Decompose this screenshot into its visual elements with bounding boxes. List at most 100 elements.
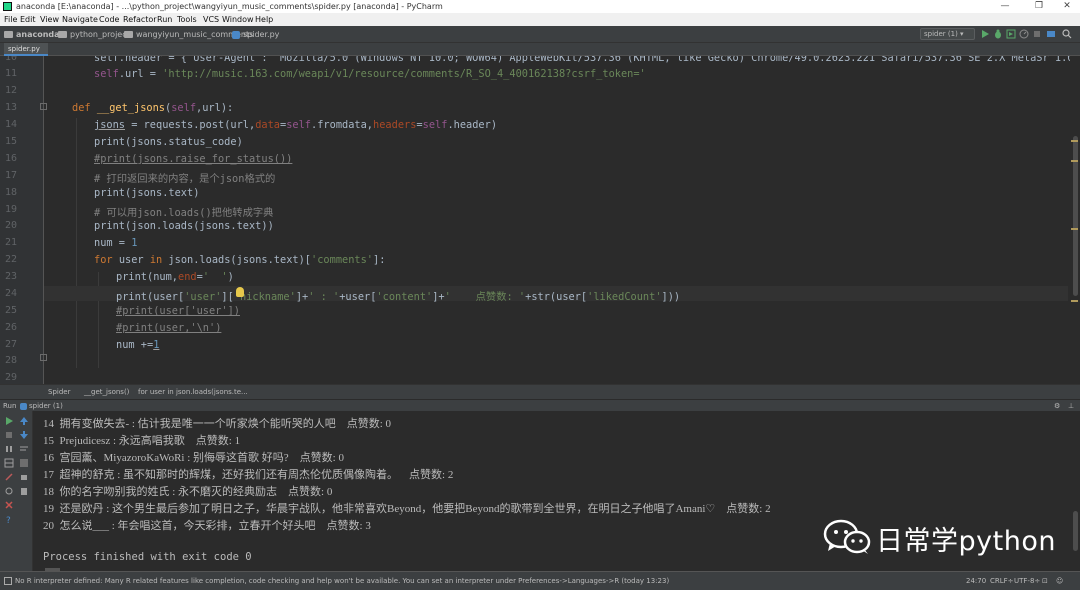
print-icon[interactable] (19, 472, 29, 482)
menu-run[interactable]: Run (157, 13, 172, 26)
code-line-20: print(json.loads(jsons.text)) (94, 220, 274, 232)
close-button[interactable]: ✕ (1052, 0, 1080, 13)
pin-icon[interactable] (4, 472, 14, 482)
code-line-16: #print(jsons.raise_for_status()) (94, 153, 293, 165)
stop-icon[interactable] (4, 430, 14, 440)
code-line-13: def __get_jsons(self,url): (72, 102, 234, 114)
line-number: 21 (4, 237, 17, 248)
breadcrumb-loop[interactable]: for user in json.loads(jsons.te... (138, 385, 248, 400)
fold-marker-icon[interactable] (40, 354, 47, 361)
code-editor[interactable]: 10 11 12 13 14 15 16 17 18 19 20 21 22 2… (0, 56, 1080, 384)
layout-icon[interactable] (4, 458, 14, 468)
console-line: 17 超神的舒克 : 虽不知那时的辉煤，还好我们还有周杰伦优质偶像陶着。 点赞数… (43, 469, 454, 481)
stop-icon[interactable] (1032, 29, 1042, 39)
line-number: 17 (4, 170, 17, 181)
close-icon[interactable] (4, 500, 14, 510)
status-message[interactable]: No R interpreter defined: Many R related… (4, 572, 669, 590)
code-line-19: # 可以用json.loads()把他转成字典 (94, 207, 274, 219)
code-line-22: for user in json.loads(jsons.text)['comm… (94, 254, 386, 266)
breadcrumb-project[interactable]: anaconda (4, 26, 60, 43)
line-number: 16 (4, 153, 17, 164)
folder-icon (4, 31, 13, 38)
breadcrumb-class[interactable]: Spider (48, 385, 70, 400)
trash-icon[interactable] (19, 486, 29, 496)
help-icon[interactable]: ? (4, 514, 14, 524)
arrow-down-icon[interactable] (19, 430, 29, 440)
warning-marker[interactable] (1071, 300, 1078, 302)
line-number: 13 (4, 102, 17, 113)
line-number: 26 (4, 322, 17, 333)
menu-tools[interactable]: Tools (177, 13, 197, 26)
window-title: anaconda [E:\anaconda] - ...\python_proj… (16, 2, 443, 11)
console-line: 20 怎么说___ : 年会唱这首，今天彩排，立春开个好头吧 点赞数: 3 (43, 520, 371, 532)
python-file-icon (20, 402, 27, 410)
run-configuration-label: spider (1) (924, 30, 958, 38)
menu-navigate[interactable]: Navigate (62, 13, 98, 26)
line-number: 24 (4, 288, 17, 299)
python-file-icon (232, 30, 240, 39)
title-bar: anaconda [E:\anaconda] - ...\python_proj… (0, 0, 1080, 13)
menu-window[interactable]: Window (222, 13, 254, 26)
fold-marker-icon[interactable] (40, 103, 47, 110)
lock-icon[interactable]: ⊡ (1042, 572, 1048, 590)
line-number: 19 (4, 204, 17, 215)
warning-marker[interactable] (1071, 228, 1078, 230)
settings-icon[interactable] (4, 486, 14, 496)
watermark: 日常学python (822, 515, 1055, 559)
warning-marker[interactable] (1071, 140, 1078, 142)
warning-marker[interactable] (1071, 160, 1078, 162)
line-number: 10 (4, 56, 17, 63)
caret-position[interactable]: 24:70 (966, 572, 986, 590)
menu-refactor[interactable]: Refactor (123, 13, 157, 26)
tab-label: spider.py (8, 45, 40, 53)
scrollbar-thumb[interactable] (1073, 511, 1078, 551)
code-line-23: print(num,end=' ') (116, 271, 234, 283)
indent-guide (76, 118, 77, 368)
tab-spider-py[interactable]: spider.py (4, 43, 48, 56)
code-line-15: print(jsons.status_code) (94, 136, 243, 148)
menu-vcs[interactable]: VCS (203, 13, 219, 26)
console-line: 15 Prejudicesz : 永远高唱我歌 点赞数: 1 (43, 435, 241, 447)
navigation-bar: anaconda python_project wangyiyun_music_… (0, 26, 1080, 43)
breadcrumb-python-project[interactable]: python_project (58, 26, 130, 43)
arrow-up-icon[interactable] (19, 416, 29, 426)
breadcrumb-file[interactable]: spider.py (232, 26, 279, 43)
maximize-button[interactable]: ❐ (1024, 0, 1054, 13)
svg-text:?: ? (6, 516, 11, 524)
minimize-button[interactable]: — (990, 0, 1020, 13)
run-with-coverage-icon[interactable] (1006, 29, 1016, 39)
debug-icon[interactable] (993, 29, 1003, 39)
pause-icon[interactable] (4, 444, 14, 454)
status-bar: No R interpreter defined: Many R related… (0, 571, 1080, 590)
rerun-icon[interactable] (4, 416, 14, 426)
inspector-icon[interactable]: ☺ (1056, 572, 1063, 590)
scroll-to-end-icon[interactable] (19, 458, 29, 468)
editor-scrollbar[interactable] (1070, 56, 1080, 384)
file-encoding[interactable]: UTF-8÷ (1014, 572, 1040, 590)
breadcrumb-function[interactable]: __get_jsons() (84, 385, 129, 400)
menu-code[interactable]: Code (99, 13, 119, 26)
editor-tabs: spider.py (0, 43, 1080, 56)
vcs-update-icon[interactable] (1046, 29, 1056, 39)
menu-edit[interactable]: Edit (20, 13, 36, 26)
code-breadcrumb: Spider __get_jsons() for user in json.lo… (0, 384, 1080, 399)
soft-wrap-icon[interactable] (19, 444, 29, 454)
lightbulb-icon[interactable] (236, 287, 244, 297)
line-number: 22 (4, 254, 17, 265)
code-line-18: print(jsons.text) (94, 187, 200, 199)
line-separator[interactable]: CRLF÷ (990, 572, 1014, 590)
menu-view[interactable]: View (40, 13, 59, 26)
folder-icon (124, 31, 133, 38)
search-icon[interactable] (1062, 29, 1072, 39)
chevron-down-icon: ▾ (960, 30, 964, 38)
menu-file[interactable]: File (4, 13, 17, 26)
console-scrollbar[interactable] (1070, 411, 1080, 571)
menu-help[interactable]: Help (255, 13, 273, 26)
run-icon[interactable] (980, 29, 990, 39)
run-configuration-select[interactable]: spider (1) ▾ (920, 28, 975, 40)
console-line: 16 宫园薰、MiyazoroKaWoRi : 别侮辱这首歌 好吗? 点赞数: … (43, 452, 344, 464)
process-finished-message: Process finished with exit code 0 (43, 551, 252, 563)
run-tool-header: Run spider (1) ⚙ ⊥ (0, 399, 1080, 411)
folder-icon (58, 31, 67, 38)
profile-icon[interactable] (1019, 29, 1029, 39)
